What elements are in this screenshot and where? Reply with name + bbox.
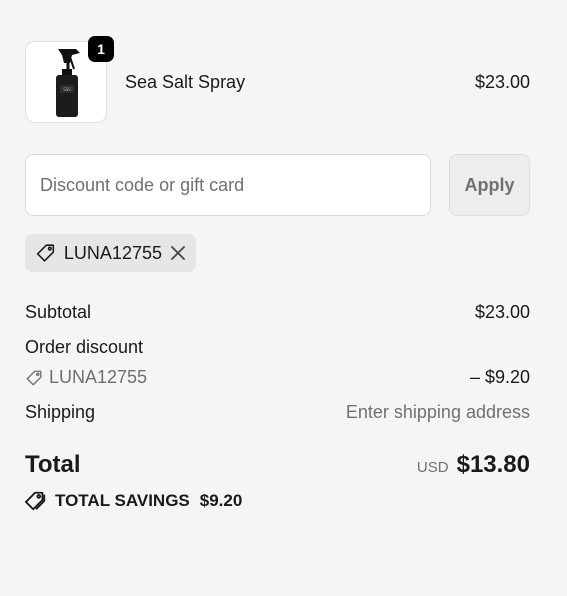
subtotal-label: Subtotal — [25, 302, 92, 322]
total-amount-group: USD $13.80 — [417, 451, 530, 479]
order-discount-label: Order discount — [25, 337, 144, 357]
apply-discount-button[interactable]: Apply — [449, 154, 530, 216]
savings-amount: $9.20 — [199, 491, 243, 510]
total-amount: $13.80 — [456, 451, 530, 478]
savings-tag-icon — [25, 491, 46, 511]
discount-code-text: LUNA12755 — [49, 367, 148, 387]
currency-code: USD — [416, 459, 449, 476]
subtotal-value: $23.00 — [474, 302, 530, 322]
quantity-badge: 1 — [88, 36, 114, 62]
spray-bottle-icon: SSS — [56, 49, 80, 117]
shipping-value: Enter shipping address — [345, 402, 530, 422]
product-price: $23.00 — [474, 72, 530, 92]
tag-icon — [36, 244, 55, 262]
svg-text:SSS: SSS — [63, 87, 71, 92]
tag-icon — [26, 370, 42, 385]
total-row: Total USD $13.80 — [25, 451, 530, 483]
applied-discount-chip: LUNA12755 — [25, 234, 196, 272]
applied-discount-code: LUNA12755 — [63, 242, 162, 263]
discount-code-info: LUNA12755 — [25, 367, 147, 388]
total-label: Total — [25, 451, 81, 478]
shipping-label: Shipping — [25, 402, 96, 422]
line-item: SSS 1 Sea Salt Spray $23.00 — [25, 36, 530, 123]
close-icon — [171, 246, 185, 260]
discount-value: – $9.20 — [469, 367, 530, 387]
discount-code-input[interactable] — [25, 154, 431, 216]
total-savings: TOTAL SAVINGS $9.20 — [25, 490, 242, 512]
savings-label: TOTAL SAVINGS — [55, 491, 190, 510]
product-name: Sea Salt Spray — [125, 72, 246, 92]
remove-discount-button[interactable] — [170, 245, 186, 261]
